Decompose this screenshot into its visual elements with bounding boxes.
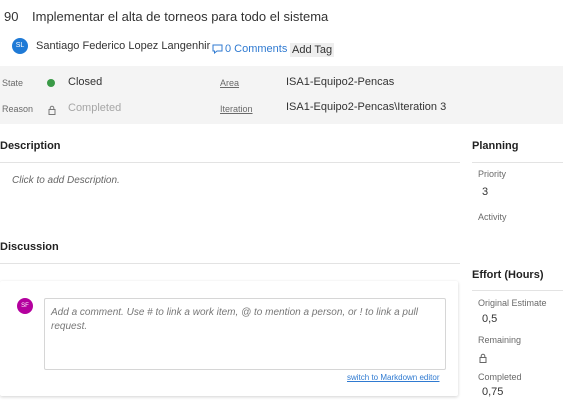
work-item-id: 90: [4, 9, 19, 24]
priority-field[interactable]: 3: [482, 186, 488, 198]
iteration-field[interactable]: ISA1-Equipo2-Pencas\Iteration 3: [286, 101, 446, 113]
comments-link[interactable]: 0 Comments: [212, 43, 287, 55]
reason-value: Completed: [68, 102, 122, 114]
divider: [0, 263, 460, 264]
lock-icon: [479, 350, 487, 368]
divider: [472, 162, 563, 163]
fields-panel: [0, 66, 563, 124]
original-estimate-field[interactable]: 0,5: [482, 313, 497, 325]
owner-avatar: SL: [12, 38, 28, 54]
state-dropdown[interactable]: Closed: [68, 76, 102, 88]
divider: [0, 162, 460, 163]
completed-label: Completed: [478, 372, 522, 382]
completed-field[interactable]: 0,75: [482, 386, 503, 398]
effort-heading: Effort (Hours): [472, 269, 544, 281]
divider: [472, 290, 563, 291]
area-field[interactable]: ISA1-Equipo2-Pencas: [286, 76, 394, 88]
description-heading: Description: [0, 140, 61, 152]
priority-label: Priority: [478, 169, 507, 179]
switch-markdown-link[interactable]: switch to Markdown editor: [347, 373, 439, 382]
planning-heading: Planning: [472, 140, 519, 152]
comment-placeholder: Add a comment. Use # to link a work item…: [51, 307, 418, 332]
iteration-label[interactable]: Iteration: [220, 104, 253, 114]
area-label[interactable]: Area: [220, 78, 239, 88]
comments-count: 0 Comments: [225, 43, 288, 55]
remaining-label: Remaining: [478, 335, 522, 345]
work-item-title[interactable]: Implementar el alta de torneos para todo…: [32, 9, 328, 24]
owner-name[interactable]: Santiago Federico Lopez Langenhir: [36, 40, 210, 52]
reason-label: Reason: [2, 104, 34, 114]
activity-label[interactable]: Activity: [478, 212, 507, 222]
description-editor[interactable]: Click to add Description.: [12, 175, 120, 186]
state-status-dot: [47, 79, 55, 87]
add-tag-button[interactable]: Add Tag: [290, 43, 335, 57]
original-estimate-label: Original Estimate: [478, 298, 547, 308]
comment-icon: [212, 44, 223, 55]
lock-icon: [48, 102, 56, 120]
state-label: State: [2, 78, 24, 88]
discussion-heading: Discussion: [0, 241, 59, 253]
commenter-avatar: SF: [17, 298, 33, 314]
